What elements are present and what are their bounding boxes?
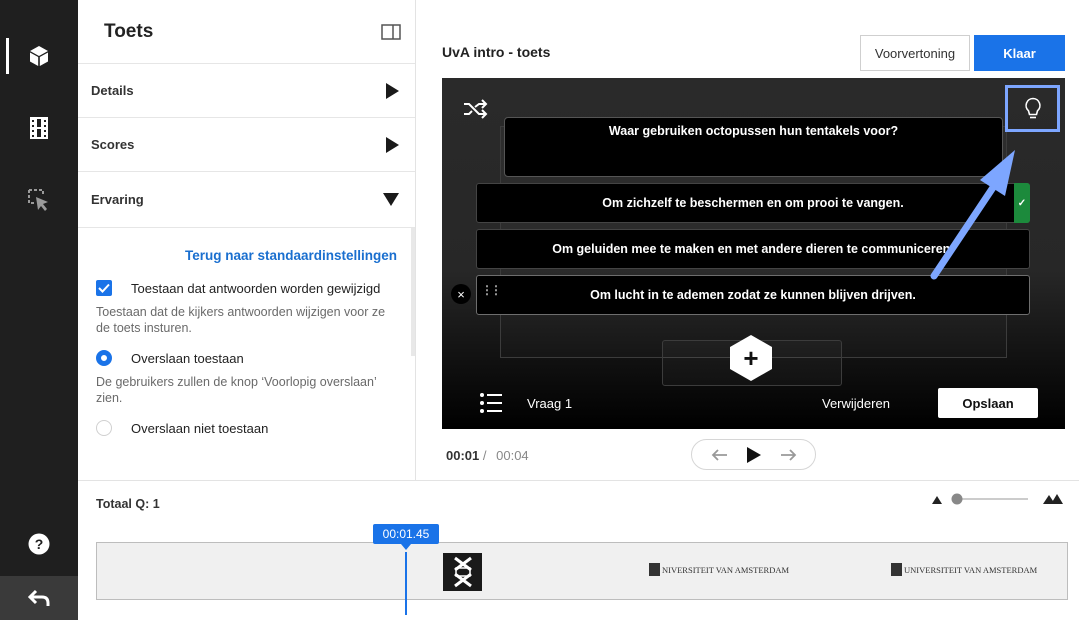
save-question-button[interactable]: Opslaan (938, 388, 1038, 418)
question-text-field[interactable]: Waar gebruiken octopussen hun tentakels … (504, 117, 1003, 177)
sidebar-toggle-icon[interactable] (381, 23, 401, 40)
add-symbol: + (743, 343, 759, 373)
university-seal-icon (649, 563, 660, 576)
interactive-video-nav[interactable] (0, 28, 78, 84)
section-ervaring[interactable]: Ervaring (78, 172, 415, 228)
hotspot-nav[interactable] (0, 172, 78, 228)
allow-skip-option[interactable]: Overslaan toestaan (78, 350, 415, 366)
answer-option-3[interactable]: Om lucht in te ademen zodat ze kunnen bl… (476, 275, 1030, 315)
lightbulb-icon (1024, 97, 1041, 118)
help-button[interactable]: ? (0, 516, 78, 572)
done-button[interactable]: Klaar (974, 35, 1065, 71)
frame-caption-text: UNIVERSITEIT VAN AMSTERDAM (904, 564, 1038, 575)
add-answer-button[interactable]: + (729, 334, 773, 382)
back-arrow-icon (28, 589, 50, 606)
section-scores[interactable]: Scores (78, 118, 415, 172)
panel-scrollbar[interactable] (411, 228, 415, 356)
section-label: Ervaring (91, 192, 144, 207)
option-label: Overslaan niet toestaan (131, 420, 269, 436)
playhead[interactable] (405, 552, 407, 615)
option-description: De gebruikers zullen de knop ‘Voorlopig … (96, 375, 377, 405)
zoom-out-icon (932, 496, 942, 504)
collapse-icon (383, 193, 399, 206)
correct-answer-marker[interactable]: ✓ (1014, 183, 1030, 223)
section-label: Details (91, 83, 134, 98)
cube-icon (30, 46, 48, 66)
playhead-time-badge[interactable]: 00:01.45 (373, 524, 439, 550)
hint-button[interactable] (1005, 85, 1060, 132)
checkmark-icon (98, 283, 110, 293)
time-separator: / (482, 448, 487, 463)
question-editor: Waar gebruiken octopussen hun tentakels … (442, 78, 1065, 429)
section-details[interactable]: Details (78, 64, 415, 118)
timeline-frame-caption: NIVERSITEIT VAN AMSTERDAM (649, 563, 789, 576)
option-label: Toestaan dat antwoorden worden gewijzigd (131, 280, 381, 296)
remove-answer-button[interactable]: × (451, 284, 471, 304)
expand-icon (386, 136, 399, 153)
current-time: 00:01 (446, 448, 480, 463)
university-seal-icon (891, 563, 902, 576)
left-rail: ? (0, 0, 78, 620)
timeline-track[interactable]: NIVERSITEIT VAN AMSTERDAM UNIVERSITEIT V… (96, 542, 1068, 600)
timeline-divider (78, 480, 1079, 481)
frame-caption-text: NIVERSITEIT VAN AMSTERDAM (662, 564, 790, 575)
total-time: 00:04 (496, 448, 529, 463)
answer-option-2[interactable]: Om geluiden mee te maken en met andere d… (476, 229, 1030, 269)
allow-change-answers-option[interactable]: Toestaan dat antwoorden worden gewijzigd (78, 280, 415, 296)
film-icon (30, 117, 48, 139)
panel-title: Toets (104, 20, 154, 42)
settings-panel: Toets Details Scores Ervaring Terug naar… (78, 0, 416, 480)
arrow-left-icon[interactable] (711, 448, 729, 462)
media-nav[interactable] (0, 100, 78, 156)
radio-selected[interactable] (96, 350, 112, 366)
remove-question-button[interactable]: Verwijderen (822, 396, 890, 411)
reset-defaults-link[interactable]: Terug naar standaardinstellingen (78, 228, 415, 263)
back-button[interactable] (0, 576, 78, 620)
uva-logo-icon (453, 556, 472, 588)
cursor-select-icon (28, 189, 48, 211)
playback-time: 00:01 / 00:04 (446, 448, 529, 463)
transport-controls (691, 439, 816, 470)
panel-header: Toets (78, 0, 415, 64)
question-number-label: Vraag 1 (527, 396, 573, 411)
preview-button[interactable]: Voorvertoning (860, 35, 970, 71)
play-icon[interactable] (746, 446, 762, 464)
timeline-frame-caption: UNIVERSITEIT VAN AMSTERDAM (891, 563, 1037, 576)
expand-icon (386, 82, 399, 99)
total-questions-label: Totaal Q: 1 (96, 497, 160, 511)
option-label: Overslaan toestaan (131, 350, 244, 366)
answer-option-1[interactable]: Om zichzelf te beschermen en om prooi te… (476, 183, 1030, 223)
question-list-icon[interactable] (479, 392, 503, 414)
zoom-slider-handle (951, 493, 963, 505)
option-description: Toestaan dat de kijkers antwoorden wijzi… (96, 305, 386, 335)
answer-text: Om geluiden mee te maken en met andere d… (552, 242, 954, 256)
checkbox-checked[interactable] (96, 280, 112, 296)
radio-unselected[interactable] (96, 420, 112, 436)
quiz-title: UvA intro - toets (442, 44, 551, 60)
answer-text: Om lucht in te ademen zodat ze kunnen bl… (590, 288, 916, 302)
shuffle-icon[interactable] (462, 98, 488, 120)
uva-logo-thumbnail (443, 553, 482, 591)
arrow-right-icon[interactable] (779, 448, 797, 462)
answer-text: Om zichzelf te beschermen en om prooi te… (602, 196, 904, 210)
zoom-slider[interactable] (930, 490, 1065, 508)
drag-handle-icon[interactable] (481, 286, 491, 302)
zoom-in-icon (1043, 494, 1063, 504)
disallow-skip-option[interactable]: Overslaan niet toestaan (78, 420, 415, 436)
help-icon: ? (28, 533, 50, 555)
svg-text:?: ? (35, 536, 44, 552)
section-label: Scores (91, 137, 135, 152)
